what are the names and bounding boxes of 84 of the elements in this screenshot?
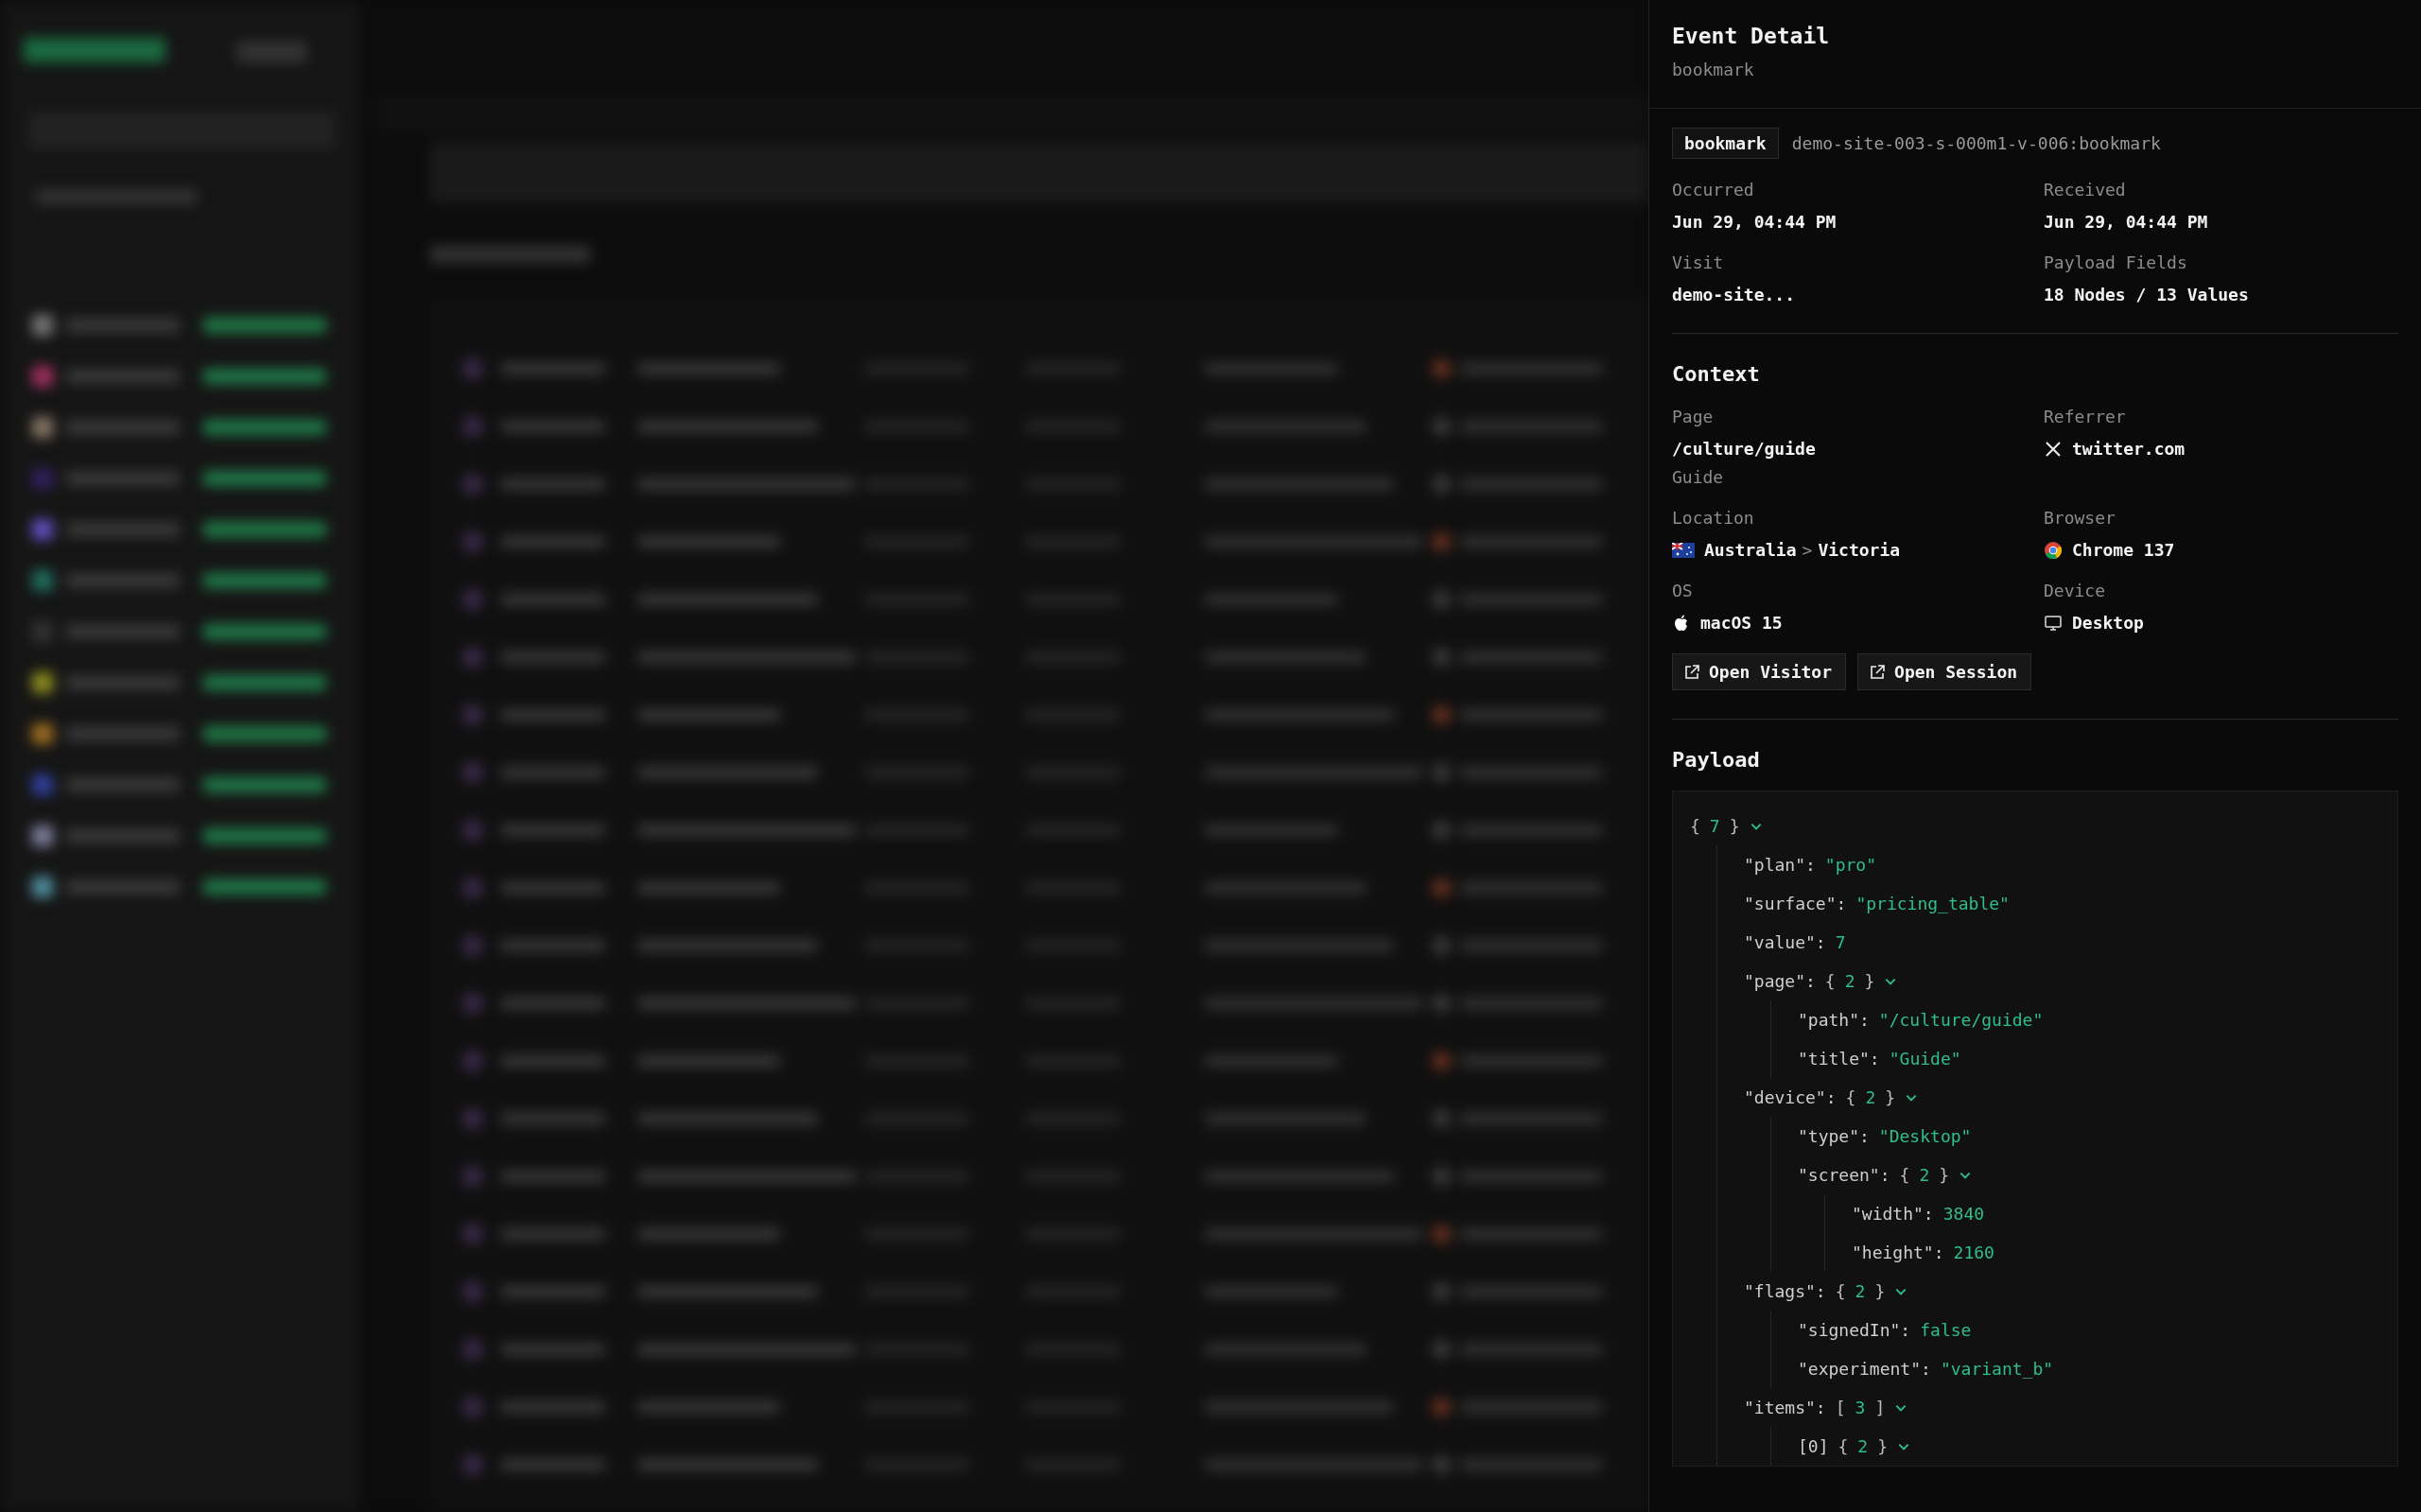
child-count: 2 [1844,971,1855,991]
payload-value: "Desktop" [1878,1126,1972,1146]
payload-key: "device": [1744,1087,1837,1107]
browser-icon [2044,540,2063,560]
flag-icon [1672,542,1695,558]
payload-key: "type": [1798,1126,1870,1146]
field-value: Chrome 137 [2072,540,2175,560]
payload-key: "screen": [1798,1165,1890,1185]
payload-key: [0] [1798,1436,1829,1456]
event-tag: bookmark [1672,128,1779,159]
bracket: { [1845,1087,1856,1107]
payload-key: "title": [1798,1049,1880,1069]
payload-key: "width": [1852,1204,1934,1224]
field-label: Referrer [2044,407,2127,426]
panel-subtitle: bookmark [1672,60,1755,79]
child-count: 2 [1857,1436,1869,1456]
external-link-icon [1682,662,1701,682]
field-label: Location [1672,508,1755,528]
field-value: demo-site... [1672,285,1797,304]
field-value: 18 Nodes / 13 Values [2044,285,2250,304]
child-count: 3 [1855,1398,1866,1417]
field-value: macOS 15 [1700,613,1783,633]
x-logo-icon [2044,439,2063,459]
payload-key: "plan": [1744,855,1816,875]
child-count: 2 [1855,1281,1866,1301]
field-label: Browser [2044,508,2116,528]
region: Victoria [1818,540,1901,560]
page-path: /culture/guide [1672,439,1817,459]
payload-value: "Guide" [1889,1049,1961,1069]
field-label: OS [1672,581,1694,600]
external-link-icon [1868,662,1888,682]
bracket: } [1877,1436,1889,1456]
payload-key: "signedIn": [1798,1320,1911,1340]
payload-key: "surface": [1744,894,1847,913]
payload-value: false [1920,1320,1972,1340]
page-title: Guide [1672,467,1725,487]
child-count: 2 [1919,1165,1930,1185]
payload-key: "flags": [1744,1281,1826,1301]
payload-value: 7 [1835,932,1846,952]
child-count: 2 [1865,1087,1876,1107]
payload-value: 2160 [1953,1243,1994,1262]
payload-key: "experiment": [1798,1359,1931,1379]
field-label: Visit [1672,252,1725,272]
bracket: { [1690,816,1700,836]
payload-key: "page": [1744,971,1816,991]
country: Australia [1704,540,1797,560]
bracket: { [1824,971,1836,991]
field-label: Page [1672,407,1715,426]
separator: > [1802,540,1813,560]
bracket: ] [1874,1398,1886,1417]
field-value: Jun 29, 04:44 PM [1672,212,1838,232]
bracket: } [1729,816,1740,836]
payload-value: "pricing_table" [1855,894,2010,913]
field-value: twitter.com [2072,439,2186,459]
bracket: [ [1835,1398,1846,1417]
bracket: } [1885,1087,1896,1107]
payload-value: "pro" [1824,855,1877,875]
field-value: Jun 29, 04:44 PM [2044,212,2209,232]
bracket: { [1835,1281,1846,1301]
field-label: Device [2044,581,2107,600]
bracket: } [1939,1165,1950,1185]
open-visitor-button[interactable]: Open Visitor [1672,653,1847,690]
payload-key: "path": [1798,1010,1870,1030]
payload-value: "variant_b" [1940,1359,2054,1379]
payload-key: "value": [1744,932,1826,952]
event-id: demo-site-003-s-000m1-v-006:bookmark [1791,133,2161,153]
monitor-icon [2044,613,2063,633]
payload-key: "items": [1744,1398,1826,1417]
field-label: Payload Fields [2044,252,2188,272]
field-label: Received [2044,180,2127,200]
bracket: } [1864,971,1875,991]
section-title: Payload [1672,748,1761,772]
payload-value: "/culture/guide" [1878,1010,2044,1030]
field-label: Occurred [1672,180,1755,200]
bracket: { [1899,1165,1910,1185]
panel-title: Event Detail [1672,24,1831,48]
section-title: Context [1672,362,1761,386]
child-count: 7 [1709,816,1720,836]
bracket: } [1874,1281,1886,1301]
payload-key: "height": [1852,1243,1944,1262]
field-value: Desktop [2072,613,2144,633]
open-session-button[interactable]: Open Session [1857,653,2032,690]
payload-value: 3840 [1942,1204,1985,1224]
bracket: { [1838,1436,1849,1456]
